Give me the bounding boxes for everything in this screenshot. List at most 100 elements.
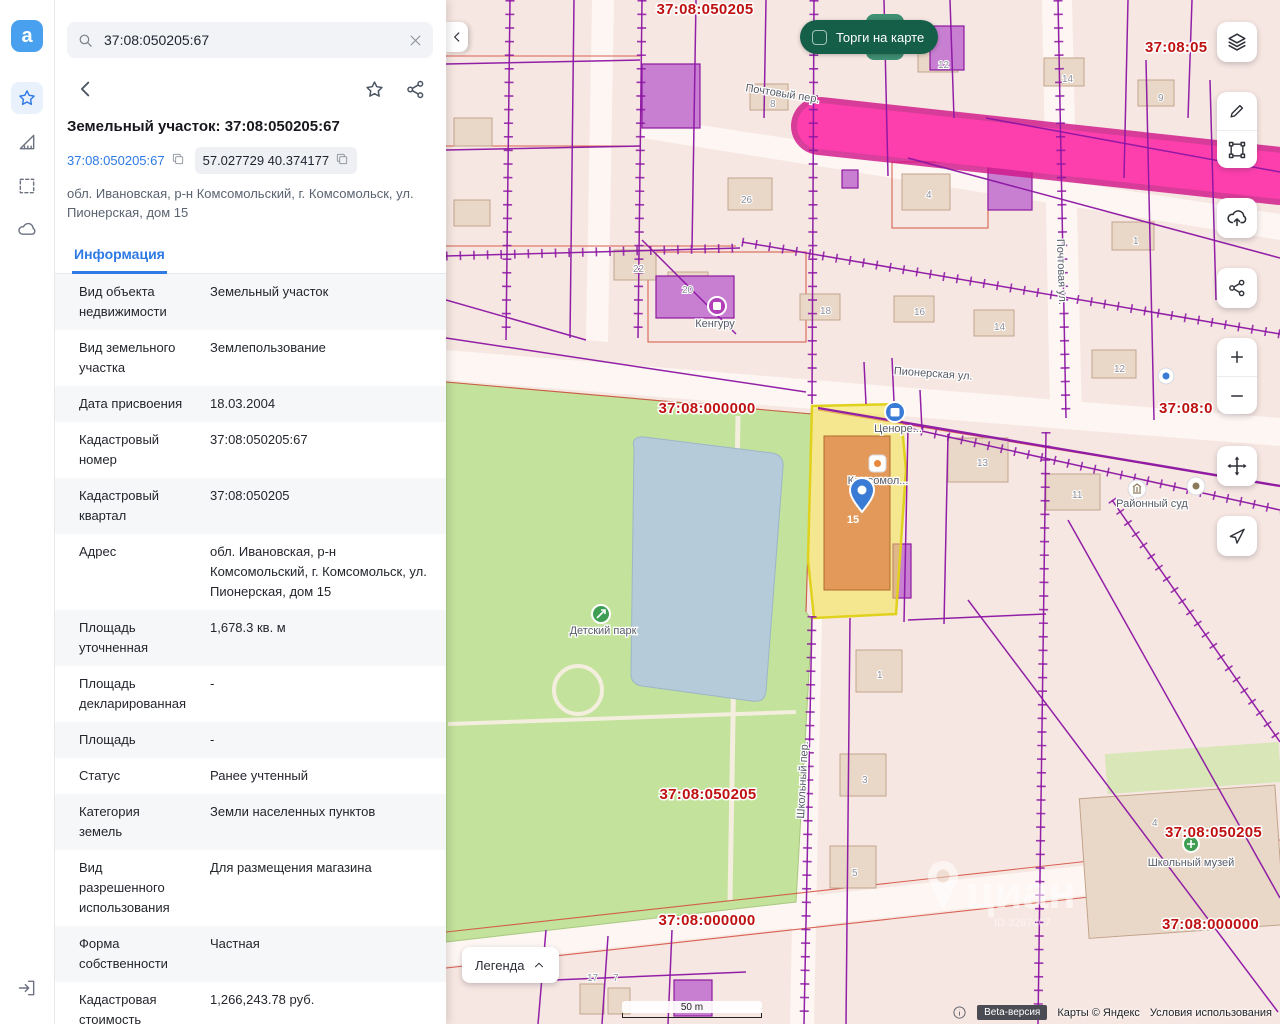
edit-shape-button[interactable]	[1217, 130, 1257, 168]
legend-button[interactable]: Легенда	[462, 947, 560, 983]
auction-checkbox[interactable]	[812, 29, 827, 45]
poi-label: Районный суд	[1116, 498, 1188, 510]
row-label: Категория земель	[79, 804, 140, 839]
row-value: 1,266,243.78 руб.	[210, 992, 315, 1007]
row-label: Кадастровая стоимость	[79, 992, 157, 1024]
share-icon	[1229, 279, 1245, 297]
watermark-text: циан	[966, 866, 1076, 918]
row-label: Дата присвоения	[79, 396, 183, 411]
layers-button[interactable]	[1217, 22, 1257, 62]
search-input[interactable]	[102, 31, 400, 49]
row-label: Адрес	[79, 544, 117, 559]
row-label: Площадь уточненная	[79, 620, 149, 655]
cadastral-map-canvas[interactable]: 22 20 26 8 12 14 9 4 1 18 16 14 12 13 11…	[446, 0, 1280, 1024]
zoom-in-button[interactable]	[1217, 338, 1257, 376]
row-value: 1,678.3 кв. м	[210, 620, 286, 635]
court-poi-icon[interactable]	[1127, 479, 1147, 499]
favorites-rail-button[interactable]	[11, 82, 43, 114]
measure-tool-button[interactable]	[1217, 92, 1257, 130]
scale-bar: 50 m	[622, 1001, 762, 1018]
table-row: Кадастровый номер 37:08:050205:67	[55, 422, 446, 478]
house-number: 4	[926, 190, 932, 201]
row-label: Вид разрешенного использования	[79, 860, 170, 915]
clear-search-button[interactable]	[408, 33, 423, 48]
table-row: Площадь декларированная -	[55, 666, 446, 722]
info-table: Вид объекта недвижимости Земельный участо…	[55, 274, 446, 1024]
house-number: 5	[852, 868, 858, 879]
house-number: 26	[741, 195, 753, 206]
terms-link[interactable]: Условия использования	[1150, 1007, 1272, 1019]
coordinates-chip[interactable]: 57.027729 40.374177	[194, 147, 358, 174]
cadastral-number-chip[interactable]: 37:08:050205:67	[67, 152, 185, 169]
table-row: Площадь -	[55, 722, 446, 758]
cloud-rail-button[interactable]	[11, 214, 43, 246]
row-value: -	[210, 732, 215, 747]
share-button[interactable]	[405, 79, 426, 100]
pencil-icon	[1230, 104, 1244, 118]
locate-me-button[interactable]	[1217, 516, 1257, 556]
transit-poi-icon[interactable]	[1157, 367, 1175, 385]
icon-rail: a	[0, 0, 55, 1024]
house-number: 4	[1152, 818, 1158, 829]
house-number: 1	[1133, 236, 1139, 247]
poi-label: Ценоре...	[874, 423, 922, 435]
quarter-label: 37:08:0	[1159, 400, 1213, 417]
map-attribution: Beta-версия Карты © Яндекс Условия испол…	[952, 1005, 1272, 1020]
park-poi-icon[interactable]	[591, 604, 611, 624]
share-map-button[interactable]	[1217, 268, 1257, 308]
cadastral-number-text: 37:08:050205:67	[67, 153, 165, 168]
prosecutor-poi-icon[interactable]	[1186, 476, 1206, 496]
row-value: 37:08:050205:67	[210, 432, 308, 447]
app-logo-letter: a	[21, 24, 33, 47]
shop-poi-badge[interactable]	[868, 454, 887, 473]
info-icon[interactable]	[952, 1005, 967, 1020]
map-copyright[interactable]: Карты © Яндекс	[1057, 1007, 1140, 1019]
row-value: Для размещения магазина	[210, 860, 372, 875]
collapse-panel-button[interactable]	[446, 22, 468, 52]
auction-toggle[interactable]: Торги на карте	[800, 20, 939, 54]
object-details-panel: Земельный участок: 37:08:050205:67 37:08…	[55, 0, 446, 1024]
house-number: 20	[682, 285, 694, 296]
house-number: 3	[862, 775, 868, 786]
dashed-square-icon	[19, 178, 35, 194]
pan-mode-button[interactable]	[1217, 446, 1257, 486]
favorite-button[interactable]	[364, 79, 385, 100]
search-bar[interactable]	[67, 22, 433, 58]
coordinates-text: 57.027729 40.374177	[202, 153, 330, 168]
street-label: Почтовая ул.	[1054, 239, 1068, 306]
copy-icon	[337, 153, 348, 165]
measure-rail-button[interactable]	[11, 126, 43, 158]
table-row: Статус Ранее учтенный	[55, 758, 446, 794]
house-number: 14	[1062, 74, 1074, 85]
house-number: 14	[994, 322, 1006, 333]
row-value: 18.03.2004	[210, 396, 276, 411]
zoom-out-button[interactable]	[1217, 376, 1257, 414]
chevron-left-icon	[80, 81, 90, 97]
house-number: 12	[938, 60, 950, 71]
select-area-rail-button[interactable]	[11, 170, 43, 202]
cenore-poi-icon[interactable]	[884, 401, 906, 423]
table-row: Вид земельного участка Землепользование	[55, 330, 446, 386]
copy-coordinates-button[interactable]	[335, 152, 349, 169]
kenguru-poi-icon[interactable]	[707, 296, 727, 316]
pond	[630, 436, 784, 702]
tab-information[interactable]: Информация	[72, 238, 167, 274]
row-value: Земельный участок	[210, 284, 329, 299]
house-number: 1	[877, 670, 883, 681]
search-icon	[79, 34, 92, 47]
house-number: 8	[770, 99, 776, 110]
navigation-arrow-icon	[1229, 528, 1245, 544]
upload-button[interactable]	[1217, 198, 1257, 238]
table-row: Кадастровый квартал 37:08:050205	[55, 478, 446, 534]
app-logo[interactable]: a	[11, 20, 43, 52]
map-area[interactable]: 22 20 26 8 12 14 9 4 1 18 16 14 12 13 11…	[446, 0, 1280, 1024]
house-number: 11	[1072, 490, 1083, 501]
park-layer	[446, 381, 813, 943]
copy-cadastral-button[interactable]	[171, 152, 185, 169]
back-button[interactable]	[75, 78, 97, 100]
quarter-label: 37:08:05	[1145, 39, 1207, 56]
row-value: Земли населенных пунктов	[210, 804, 376, 819]
poi-label: Школьный музей	[1148, 857, 1235, 869]
chips-row: 37:08:050205:67 57.027729 40.374177	[67, 147, 434, 174]
logout-button[interactable]	[11, 972, 43, 1004]
